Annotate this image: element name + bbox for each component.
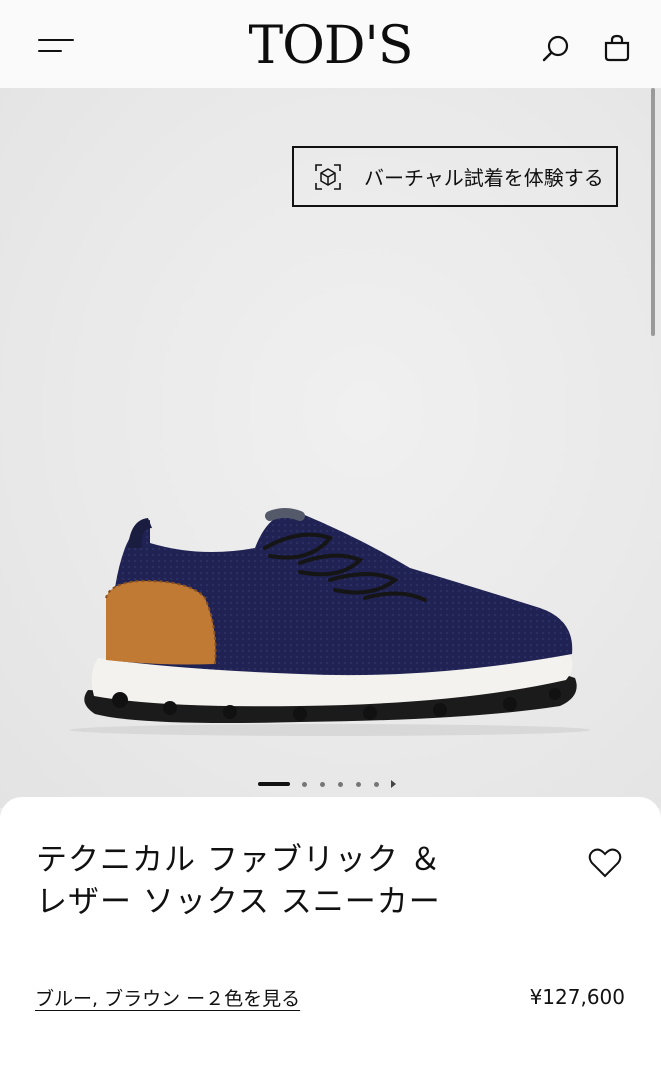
carousel-dot[interactable] [374, 781, 379, 787]
carousel-dot-active[interactable] [258, 782, 290, 786]
product-image [70, 508, 590, 736]
product-info-panel: テクニカル ファブリック ＆レザー ソックス スニーカー ブルー, ブラウン ー… [0, 797, 661, 1080]
virtual-tryon-button[interactable]: バーチャル試着を体験する [292, 146, 618, 207]
carousel-dot[interactable] [356, 781, 361, 787]
ar-cube-icon [315, 163, 341, 190]
carousel-indicator[interactable] [258, 779, 398, 789]
product-image-gallery[interactable]: バーチャル試着を体験する [0, 88, 661, 808]
site-header: TOD'S [0, 0, 661, 88]
search-icon[interactable] [541, 33, 571, 63]
carousel-dot[interactable] [320, 781, 325, 787]
carousel-dot[interactable] [338, 781, 343, 787]
scrollbar[interactable] [651, 88, 655, 336]
heart-icon[interactable] [588, 847, 622, 879]
color-variants-link[interactable]: ブルー, ブラウン ー２色を見る [35, 984, 300, 1011]
shopping-bag-icon[interactable] [602, 33, 632, 63]
carousel-dot[interactable] [302, 781, 307, 787]
virtual-tryon-label: バーチャル試着を体験する [364, 166, 604, 190]
carousel-next-icon[interactable] [390, 779, 398, 789]
product-price: ¥127,600 [529, 985, 625, 1009]
product-title: テクニカル ファブリック ＆レザー ソックス スニーカー [36, 842, 442, 920]
